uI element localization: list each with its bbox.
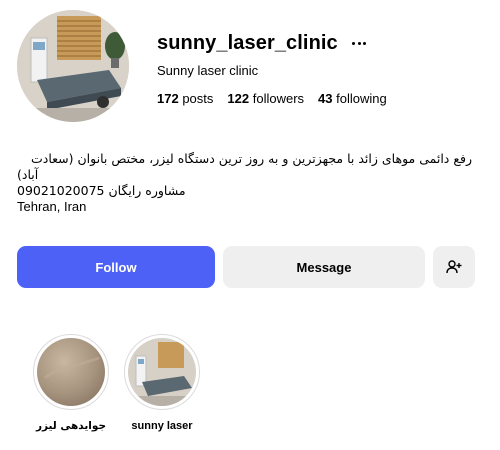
following-label: following <box>336 91 387 106</box>
profile-username: sunny_laser_clinic <box>157 32 338 54</box>
followers-count: 122 <box>227 91 250 106</box>
posts-stat: 172 posts <box>157 91 213 106</box>
suggest-accounts-button[interactable] <box>433 246 475 288</box>
followers-stat[interactable]: 122 followers <box>227 91 304 106</box>
story-highlight[interactable]: جوایدهی لیزر <box>29 334 113 432</box>
highlight-label: sunny laser <box>131 420 193 432</box>
highlight-label: جوایدهی لیزر <box>35 420 107 432</box>
posts-count: 172 <box>157 91 179 106</box>
more-options-icon[interactable] <box>352 33 366 53</box>
profile-avatar[interactable] <box>17 10 129 122</box>
message-button-label: Message <box>296 259 352 275</box>
profile-bio: رفع دائمی موهای زائد با مجهزترین و به رو… <box>17 151 472 215</box>
follow-button-label: Follow <box>95 259 137 275</box>
profile-full-name: Sunny laser clinic <box>157 63 259 78</box>
story-highlight[interactable]: sunny laser <box>120 334 204 432</box>
bio-location: Tehran, Iran <box>17 199 87 214</box>
posts-label: posts <box>182 91 214 106</box>
followers-label: followers <box>252 91 305 106</box>
person-add-icon <box>446 260 462 274</box>
highlight-cover-ring[interactable] <box>124 334 200 410</box>
highlight-cover-image <box>37 338 105 406</box>
following-count: 43 <box>318 91 333 106</box>
message-button[interactable]: Message <box>223 246 425 288</box>
bio-line-1: رفع دائمی موهای زائد با مجهزترین و به رو… <box>31 151 472 166</box>
bio-line-2: آباد) <box>17 167 39 182</box>
avatar-image <box>17 10 129 122</box>
profile-stats: 172 posts 122 followers 43 following <box>157 91 401 106</box>
highlight-cover-ring[interactable] <box>33 334 109 410</box>
following-stat[interactable]: 43 following <box>318 91 387 106</box>
bio-line-3: مشاوره رایگان 09021020075 <box>17 183 186 198</box>
highlight-cover-image <box>128 338 196 406</box>
follow-button[interactable]: Follow <box>17 246 215 288</box>
